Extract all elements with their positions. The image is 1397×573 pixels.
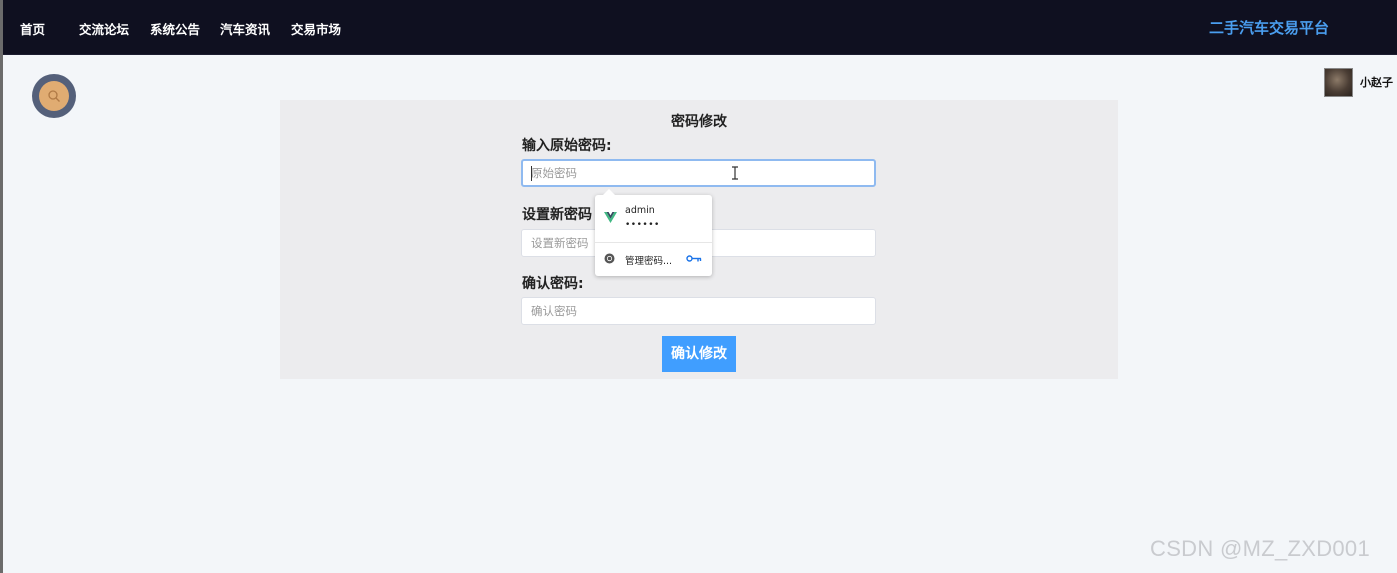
popup-divider	[595, 242, 712, 243]
saved-password-entry[interactable]: admin ••••••	[595, 195, 712, 241]
new-password-placeholder: 设置新密码	[531, 236, 589, 250]
confirm-password-label: 确认密码:	[522, 276, 584, 292]
key-icon	[686, 255, 702, 262]
brand-title[interactable]: 二手汽车交易平台	[1209, 17, 1329, 38]
search-button[interactable]	[32, 74, 76, 118]
csdn-watermark: CSDN @MZ_ZXD001	[1150, 536, 1370, 561]
avatar[interactable]	[1324, 68, 1353, 97]
new-password-label: 设置新密码	[522, 207, 592, 223]
confirm-password-placeholder: 确认密码	[531, 304, 577, 318]
nav-item-market[interactable]: 交易市场	[291, 19, 341, 38]
vue-logo-icon	[604, 212, 617, 223]
nav-item-car-news[interactable]: 汽车资讯	[220, 19, 270, 38]
chrome-icon	[604, 253, 615, 264]
confirm-change-button[interactable]: 确认修改	[662, 336, 736, 372]
saved-password-mask: ••••••	[625, 220, 660, 230]
ibeam-cursor-icon	[732, 166, 738, 180]
confirm-password-input[interactable]: 确认密码	[521, 297, 876, 325]
text-caret	[531, 166, 532, 181]
saved-username: admin	[625, 205, 655, 216]
password-autofill-popup: admin •••••• 管理密码...	[595, 189, 712, 276]
page-title: 密码修改	[671, 114, 727, 130]
nav-item-home[interactable]: 首页	[20, 19, 45, 38]
search-icon	[48, 90, 60, 102]
username[interactable]: 小赵子	[1360, 74, 1393, 90]
old-password-label: 输入原始密码:	[522, 138, 612, 154]
old-password-input[interactable]: 原始密码	[521, 159, 876, 187]
nav-item-forum[interactable]: 交流论坛	[79, 19, 129, 38]
search-button-inner	[39, 81, 69, 111]
manage-passwords-label: 管理密码...	[625, 256, 673, 267]
manage-passwords-item[interactable]: 管理密码...	[595, 245, 712, 273]
nav-item-announcements[interactable]: 系统公告	[150, 19, 200, 38]
top-navbar: 首页 交流论坛 系统公告 汽车资讯 交易市场 二手汽车交易平台	[3, 0, 1397, 55]
old-password-placeholder: 原始密码	[531, 166, 577, 180]
